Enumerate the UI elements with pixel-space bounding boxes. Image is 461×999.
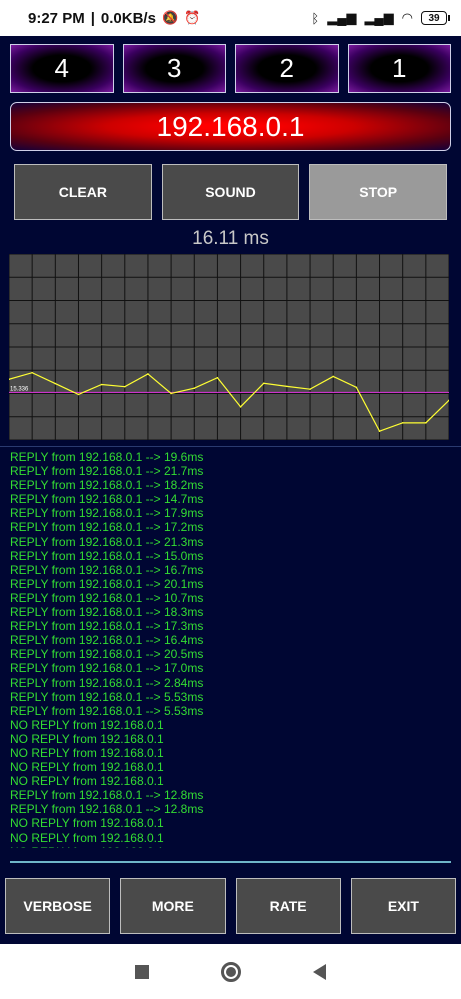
latency-point [309, 388, 311, 390]
latency-point [54, 382, 57, 385]
log-line: NO REPLY from 192.168.0.1 [10, 774, 164, 789]
log-line: NO REPLY from 192.168.0.1 [10, 845, 450, 848]
verbose-button[interactable]: VERBOSE [5, 878, 111, 934]
sound-button[interactable]: SOUND [161, 164, 300, 220]
bottom-button-row: VERBOSE MORE RATE EXIT [5, 878, 456, 934]
log-line: REPLY from 192.168.0.1 --> 17.2ms [10, 520, 204, 535]
log-line: REPLY from 192.168.0.1 --> 14.7ms [10, 492, 204, 507]
log-line: NO REPLY from 192.168.0.1 [10, 745, 164, 760]
log-line: REPLY from 192.168.0.1 --> 20.1ms [10, 576, 204, 591]
latency-point [216, 376, 219, 379]
log-line: REPLY from 192.168.0.1 --> 21.7ms [10, 464, 204, 479]
log-line: NO REPLY from 192.168.0.1 [10, 816, 164, 831]
control-row: CLEAR SOUND STOP [14, 164, 448, 220]
log-line: REPLY from 192.168.0.1 --> 10.7ms [10, 590, 204, 605]
latency-point [286, 385, 288, 388]
countdown-box-1: 1 [347, 44, 451, 93]
latency-point [77, 393, 80, 396]
status-speed: 0.0KB/s [100, 9, 156, 27]
ping-app: 4 3 2 1 192.168.0.1 CLEAR SOUND STOP 16.… [0, 36, 461, 944]
log-line: REPLY from 192.168.0.1 --> 16.7ms [10, 562, 204, 577]
log-line: NO REPLY from 192.168.0.1 [10, 731, 164, 746]
latency-point [239, 406, 242, 408]
log-line: REPLY from 192.168.0.1 --> 12.8ms [10, 802, 204, 817]
clear-button[interactable]: CLEAR [14, 164, 152, 220]
recents-icon[interactable] [135, 964, 149, 979]
status-bar: 9:27 PM | 0.0KB/s 🔕 ⏰ ᛒ ▂▄▆ ▂▄▆ ◠ 39 [0, 0, 461, 36]
battery-level: 39 [428, 12, 440, 24]
log-line: NO REPLY from 192.168.0.1 [10, 717, 164, 732]
bell-off-icon: 🔕 [161, 10, 179, 25]
signal-icon-2: ▂▄▆ [364, 10, 394, 25]
log-line: REPLY from 192.168.0.1 --> 5.53ms [10, 703, 204, 718]
system-nav-bar [0, 944, 461, 999]
status-right: ᛒ ▂▄▆ ▂▄▆ ◠ 39 [311, 10, 450, 26]
latency-point [31, 371, 33, 374]
latency-point [355, 386, 358, 389]
latency-point [425, 422, 427, 424]
latency-point [170, 392, 172, 395]
current-latency: 16.11 ms [192, 228, 269, 249]
countdown-box-3: 3 [122, 44, 226, 93]
latency-point [100, 383, 103, 386]
target-host-display[interactable]: 192.168.0.1 [10, 102, 451, 151]
log-line: REPLY from 192.168.0.1 --> 17.3ms [10, 619, 204, 634]
log-line: REPLY from 192.168.0.1 --> 5.53ms [10, 689, 204, 704]
status-separator: | [90, 9, 95, 27]
log-line: REPLY from 192.168.0.1 --> 19.6ms [10, 450, 204, 464]
latency-point [401, 422, 404, 424]
alarm-icon: ⏰ [184, 10, 201, 25]
latency-point [262, 382, 265, 385]
log-line: REPLY from 192.168.0.1 --> 18.3ms [10, 605, 204, 620]
signal-icon: ▂▄▆ [327, 10, 357, 25]
countdown-row: 4 3 2 1 [10, 44, 451, 93]
log-line: REPLY from 192.168.0.1 --> 15.0ms [10, 548, 204, 563]
latency-graph: 15.336 [9, 254, 449, 440]
log-line: REPLY from 192.168.0.1 --> 17.9ms [10, 506, 204, 521]
bluetooth-icon: ᛒ [311, 10, 320, 26]
status-time: 9:27 PM [28, 9, 85, 27]
status-left: 9:27 PM | 0.0KB/s 🔕 ⏰ [28, 10, 200, 27]
latency-point [378, 430, 381, 432]
log-line: NO REPLY from 192.168.0.1 [10, 830, 164, 845]
latency-point [147, 373, 149, 375]
graph-divider [0, 446, 461, 447]
log-divider [10, 861, 451, 863]
rate-button[interactable]: RATE [235, 878, 341, 934]
ping-log[interactable]: REPLY from 192.168.0.1 --> 19.6ms REPLY f… [10, 450, 450, 848]
log-line: REPLY from 192.168.0.1 --> 16.4ms [10, 633, 204, 648]
wifi-icon: ◠ [401, 10, 413, 25]
more-button[interactable]: MORE [120, 878, 226, 934]
log-line: REPLY from 192.168.0.1 --> 12.8ms [10, 788, 204, 803]
log-line: REPLY from 192.168.0.1 --> 2.84ms [10, 675, 204, 690]
stop-button[interactable]: STOP [309, 164, 448, 220]
latency-point [193, 387, 196, 390]
home-icon[interactable] [221, 961, 241, 982]
log-line: REPLY from 192.168.0.1 --> 21.3ms [10, 534, 204, 549]
log-line: REPLY from 192.168.0.1 --> 17.0ms [10, 661, 204, 676]
log-line: REPLY from 192.168.0.1 --> 18.2ms [10, 478, 204, 493]
countdown-box-4: 4 [10, 44, 114, 93]
log-line: REPLY from 192.168.0.1 --> 20.5ms [10, 647, 204, 662]
average-label: 15.336 [10, 386, 29, 392]
battery-icon: 39 [421, 11, 450, 25]
latency-point [332, 375, 335, 378]
countdown-box-2: 2 [235, 44, 339, 93]
log-line: NO REPLY from 192.168.0.1 [10, 760, 164, 775]
latency-point [123, 385, 126, 388]
exit-button[interactable]: EXIT [350, 878, 456, 934]
back-icon[interactable] [313, 963, 326, 980]
